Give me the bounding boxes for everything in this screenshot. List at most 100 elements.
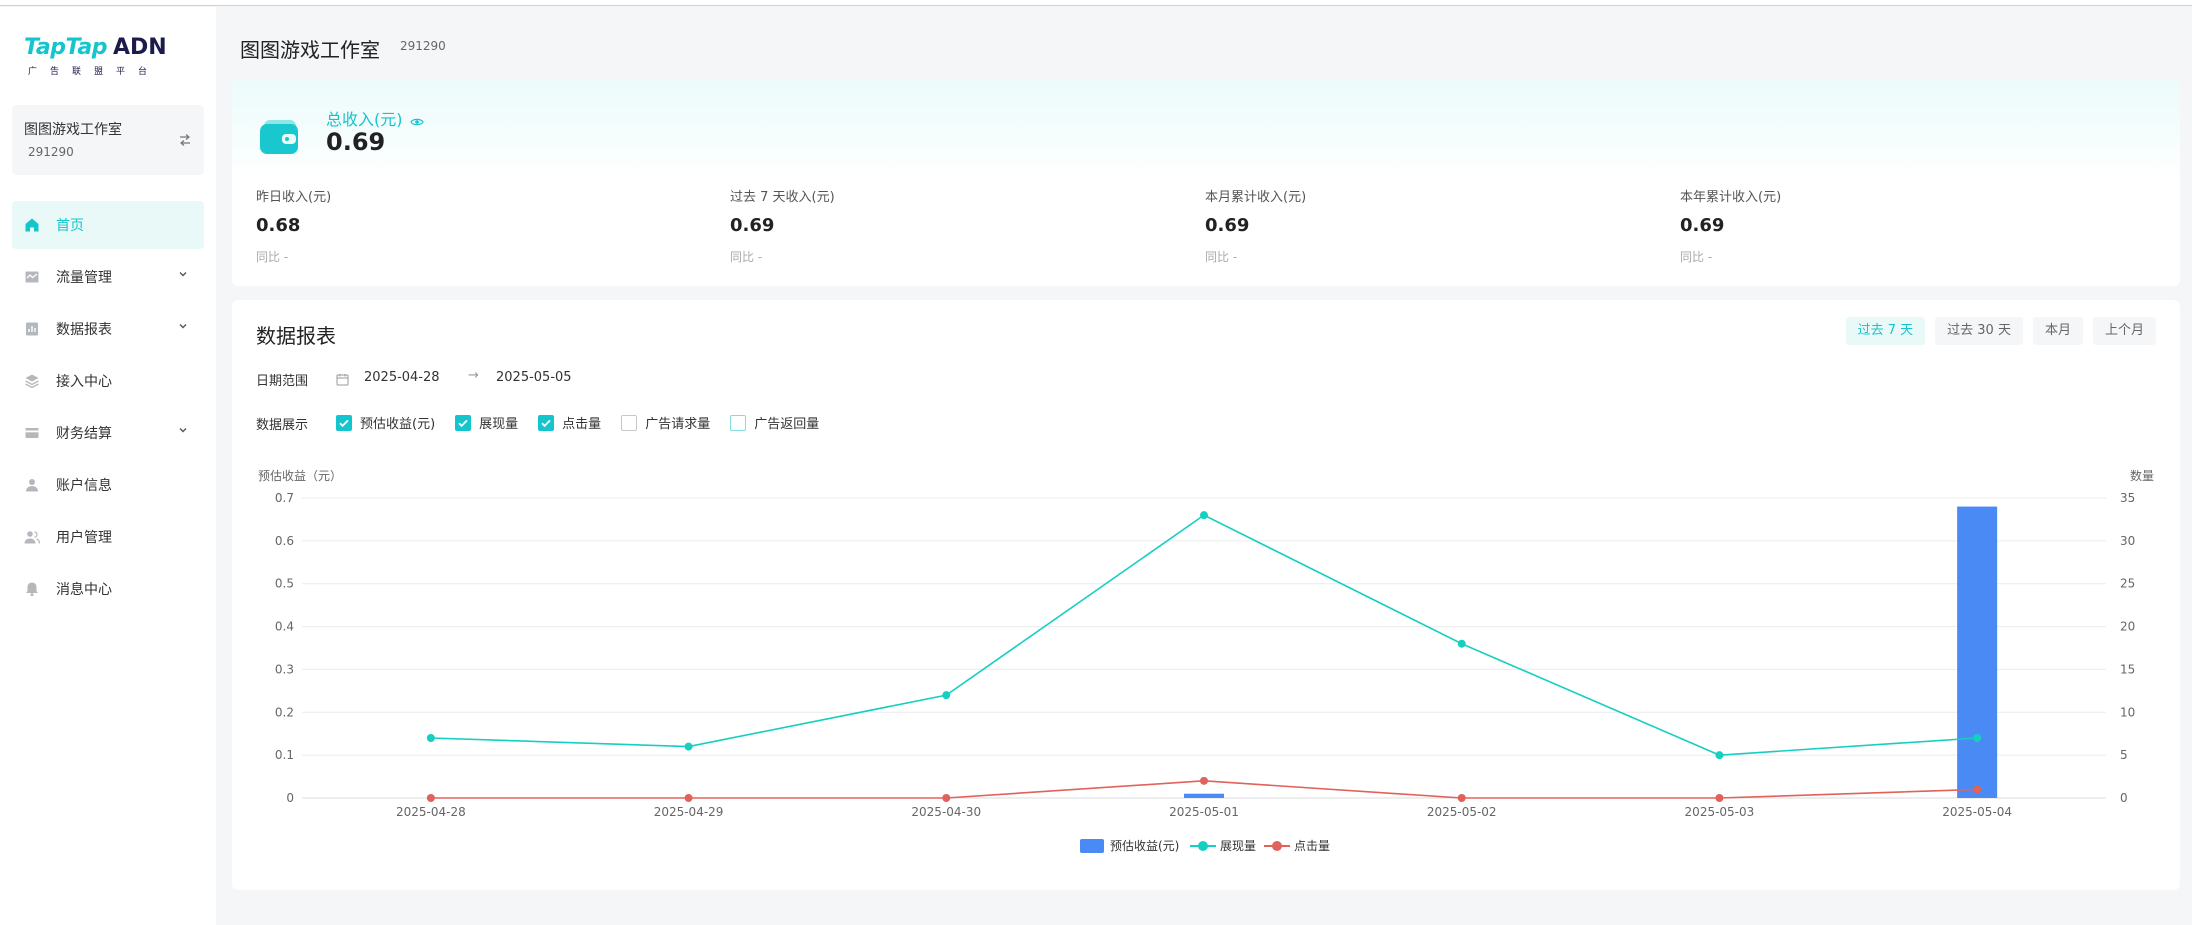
point-impressions (1200, 511, 1208, 520)
top-border (0, 0, 2192, 6)
legend-marker-impressions (1198, 841, 1208, 851)
sidebar-item-bell[interactable]: 消息中心 (12, 565, 204, 613)
sidebar-item-traffic[interactable]: 流量管理 (12, 253, 204, 301)
x-tick-label: 2025-05-04 (1942, 805, 2012, 819)
stat-yoy: 同比 - (1680, 250, 1713, 264)
stat-value: 0.69 (1680, 215, 1725, 236)
logo-suffix: ADN (112, 35, 167, 60)
sidebar-nav: 首页流量管理数据报表接入中心财务结算账户信息用户管理消息中心 (12, 201, 204, 617)
layers-icon (24, 373, 40, 389)
legend-label-impressions: 展现量 (1220, 839, 1256, 853)
stat-value: 0.69 (1205, 215, 1250, 236)
y-tick-right: 25 (2120, 577, 2135, 591)
users-icon (24, 529, 40, 545)
x-tick-label: 2025-05-03 (1685, 805, 1755, 819)
sidebar-item-label: 流量管理 (56, 270, 112, 286)
stat-yoy: 同比 - (1205, 250, 1238, 264)
report-chart: 预估收益（元） 数量 0 0 0.1 5 0.2 10 0.3 15 0.4 20 0.5 25 0.6 30… (258, 468, 2154, 853)
revenue-stat: 本年累计收入(元) 0.69 同比 - (1680, 186, 2080, 265)
sidebar-item-home[interactable]: 首页 (12, 201, 204, 249)
y-tick-right: 5 (2120, 748, 2128, 762)
brand-logo[interactable]: TapTap ADN 广告联盟平台 (24, 35, 167, 77)
y-tick-left: 0.3 (275, 662, 294, 676)
y-tick-left: 0.7 (275, 491, 294, 505)
chevron-down-icon[interactable] (178, 319, 188, 329)
line-impressions (430, 514, 1978, 756)
sidebar-item-label: 接入中心 (56, 374, 112, 390)
account-id: 291290 (28, 145, 74, 159)
revenue-banner (232, 80, 2180, 176)
x-tick-label: 2025-05-02 (1427, 805, 1497, 819)
chevron-down-icon[interactable] (178, 267, 188, 277)
home-icon (24, 217, 40, 233)
legend-label-revenue: 预估收益(元) (1110, 839, 1179, 853)
y-tick-right: 15 (2120, 662, 2135, 676)
page-title: 图图游戏工作室 (240, 38, 380, 62)
stat-label: 本年累计收入(元) (1680, 190, 1782, 205)
y-tick-left: 0.1 (275, 748, 294, 762)
sidebar-item-user[interactable]: 账户信息 (12, 461, 204, 509)
point-impressions (684, 742, 693, 751)
sidebar-item-label: 消息中心 (56, 582, 112, 598)
stat-value: 0.69 (730, 215, 775, 236)
sidebar-item-users[interactable]: 用户管理 (12, 513, 204, 561)
stat-label: 昨日收入(元) (256, 190, 332, 205)
y-tick-right: 0 (2120, 791, 2128, 805)
legend-marker-clicks (1272, 841, 1282, 851)
x-tick-label: 2025-04-29 (654, 805, 724, 819)
sidebar: TapTap ADN 广告联盟平台 图图游戏工作室 291290 首页流量管理数据… (0, 7, 216, 925)
eye-icon[interactable] (410, 112, 424, 126)
point-clicks (1200, 776, 1208, 785)
logo-subtitle: 广告联盟平台 (28, 67, 161, 77)
stat-value: 0.68 (256, 215, 301, 236)
card-icon (24, 425, 40, 441)
legend-label-clicks: 点击量 (1294, 839, 1330, 853)
point-impressions (1715, 751, 1724, 760)
revenue-stat: 昨日收入(元) 0.68 同比 - (256, 186, 656, 265)
stat-label: 过去 7 天收入(元) (730, 190, 835, 205)
sidebar-item-label: 首页 (56, 218, 84, 234)
stat-yoy: 同比 - (730, 250, 763, 264)
bar-revenue (1957, 506, 1998, 798)
page-account-id: 291290 (400, 39, 446, 53)
revenue-card: 总收入(元) 0.69 昨日收入(元) 0.68 同比 - 过去 7 天收入(元)… (232, 80, 2180, 286)
report-icon (24, 321, 40, 337)
account-switcher[interactable]: 图图游戏工作室 291290 (12, 105, 204, 175)
bar-revenue (1184, 793, 1224, 798)
stat-yoy: 同比 - (256, 250, 289, 264)
legend-swatch-revenue (1080, 839, 1104, 853)
y-tick-right: 20 (2120, 620, 2135, 634)
y-tick-right: 30 (2120, 534, 2135, 548)
point-clicks (942, 794, 951, 802)
total-revenue-label: 总收入(元) (326, 110, 403, 129)
point-clicks (426, 794, 435, 802)
point-impressions (942, 691, 951, 700)
account-name: 图图游戏工作室 (24, 122, 122, 138)
sidebar-item-label: 财务结算 (56, 426, 112, 442)
point-impressions (1457, 639, 1466, 648)
total-revenue-value: 0.69 (326, 128, 386, 156)
sidebar-item-label: 用户管理 (56, 530, 112, 546)
point-clicks (1973, 785, 1982, 794)
y-tick-left: 0.4 (275, 620, 294, 634)
wallet-icon (258, 114, 302, 158)
sidebar-item-report[interactable]: 数据报表 (12, 305, 204, 353)
point-clicks (684, 794, 693, 802)
swap-icon[interactable] (178, 133, 192, 151)
revenue-stat: 过去 7 天收入(元) 0.69 同比 - (730, 186, 1130, 265)
report-card: 数据报表 过去 7 天过去 30 天本月 上个月 日期范围 2025-04-28 … (232, 300, 2180, 890)
x-tick-label: 2025-04-28 (396, 805, 466, 819)
y-axis-right-title: 数量 (2130, 468, 2154, 483)
point-impressions (426, 734, 435, 742)
sidebar-item-card[interactable]: 财务结算 (12, 409, 204, 457)
sidebar-item-label: 账户信息 (56, 478, 112, 494)
chevron-down-icon[interactable] (178, 423, 188, 433)
bell-icon (24, 581, 40, 597)
traffic-icon (24, 269, 40, 285)
sidebar-item-layers[interactable]: 接入中心 (12, 357, 204, 405)
y-axis-left-title: 预估收益（元） (258, 469, 342, 483)
revenue-stat: 本月累计收入(元) 0.69 同比 - (1205, 186, 1605, 265)
y-tick-left: 0.2 (275, 705, 294, 719)
y-tick-left: 0.6 (275, 534, 294, 548)
y-tick-left: 0 (286, 791, 294, 805)
